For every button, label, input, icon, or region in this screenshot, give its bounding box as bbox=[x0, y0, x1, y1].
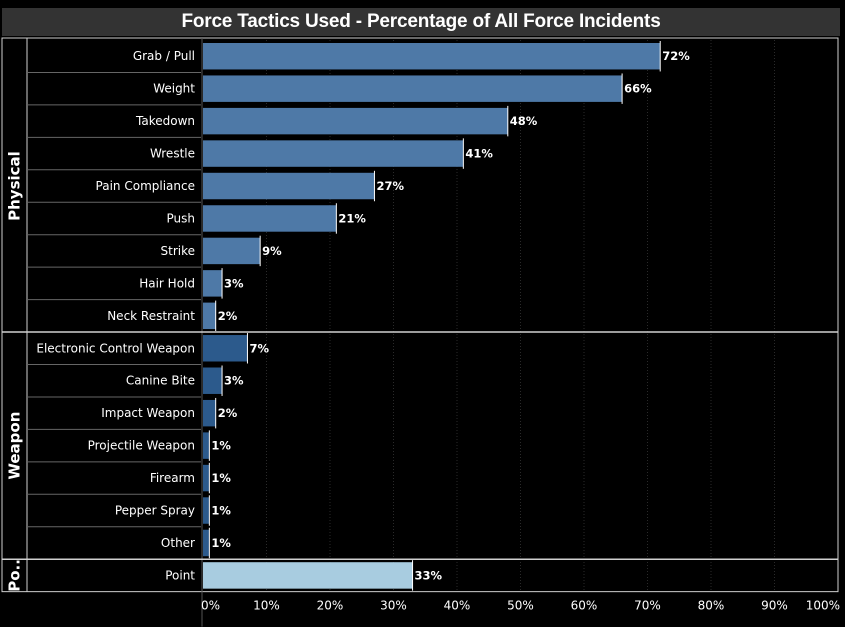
x-tick-label: 10% bbox=[253, 599, 280, 613]
category-label: Impact Weapon bbox=[101, 406, 195, 420]
category-label: Electronic Control Weapon bbox=[36, 341, 195, 355]
category-label: Push bbox=[167, 211, 196, 225]
bar bbox=[203, 302, 216, 330]
x-tick-label: 60% bbox=[571, 599, 598, 613]
value-label: 21% bbox=[338, 211, 366, 225]
category-label: Wrestle bbox=[150, 147, 195, 161]
x-tick-label: 20% bbox=[317, 599, 344, 613]
bar bbox=[203, 205, 337, 232]
bar bbox=[203, 172, 375, 200]
bar bbox=[203, 140, 464, 167]
value-label: 72% bbox=[662, 49, 690, 63]
value-label: 1% bbox=[211, 471, 231, 485]
x-tick-label: 100% bbox=[806, 599, 840, 613]
value-label: 48% bbox=[510, 114, 538, 128]
x-tick-label: 50% bbox=[507, 599, 534, 613]
bar bbox=[203, 75, 623, 102]
category-label: Strike bbox=[161, 244, 196, 258]
x-tick-label: 70% bbox=[634, 599, 661, 613]
bar bbox=[203, 107, 508, 135]
value-label: 9% bbox=[262, 244, 282, 258]
bar bbox=[203, 367, 223, 394]
bar bbox=[203, 464, 210, 492]
x-tick-label: 80% bbox=[698, 599, 725, 613]
value-label: 66% bbox=[624, 82, 652, 96]
bar bbox=[203, 43, 661, 70]
bar bbox=[203, 399, 216, 427]
category-label: Canine Bite bbox=[126, 374, 195, 388]
value-label: 3% bbox=[224, 276, 244, 290]
group-label-weapon: Weapon bbox=[6, 412, 24, 480]
category-label: Firearm bbox=[150, 471, 195, 485]
category-label: Neck Restraint bbox=[107, 309, 195, 323]
bar bbox=[203, 529, 210, 557]
value-label: 2% bbox=[218, 309, 238, 323]
value-label: 27% bbox=[376, 179, 404, 193]
category-label: Point bbox=[165, 568, 195, 582]
group-label-po: Po.. bbox=[6, 559, 24, 592]
bar bbox=[203, 335, 248, 362]
group-label-physical: Physical bbox=[6, 151, 24, 221]
bar bbox=[203, 497, 210, 524]
category-label: Pepper Spray bbox=[115, 504, 195, 518]
value-label: 2% bbox=[218, 406, 238, 420]
value-label: 1% bbox=[211, 504, 231, 518]
bar-chart: Physical Grab / Pull 72% Weight 66% Takedown 4… bbox=[1, 37, 840, 627]
x-tick-label: 90% bbox=[761, 599, 788, 613]
category-label: Weight bbox=[153, 82, 195, 96]
bar bbox=[203, 270, 223, 297]
x-tick-label: 30% bbox=[380, 599, 407, 613]
bar bbox=[203, 432, 210, 459]
bar bbox=[203, 237, 261, 265]
value-label: 41% bbox=[465, 147, 493, 161]
category-label: Pain Compliance bbox=[96, 179, 195, 193]
value-label: 3% bbox=[224, 374, 244, 388]
category-label: Grab / Pull bbox=[133, 49, 195, 63]
value-label: 1% bbox=[211, 536, 231, 550]
value-label: 7% bbox=[249, 341, 269, 355]
x-tick-label: 40% bbox=[444, 599, 471, 613]
value-label: 1% bbox=[211, 439, 231, 453]
category-label: Hair Hold bbox=[139, 276, 195, 290]
value-label: 33% bbox=[415, 568, 443, 582]
category-label: Other bbox=[161, 536, 195, 550]
category-label: Takedown bbox=[135, 114, 195, 128]
x-tick-label: 0% bbox=[201, 599, 220, 613]
category-label: Projectile Weapon bbox=[88, 439, 195, 453]
bar bbox=[203, 562, 413, 589]
